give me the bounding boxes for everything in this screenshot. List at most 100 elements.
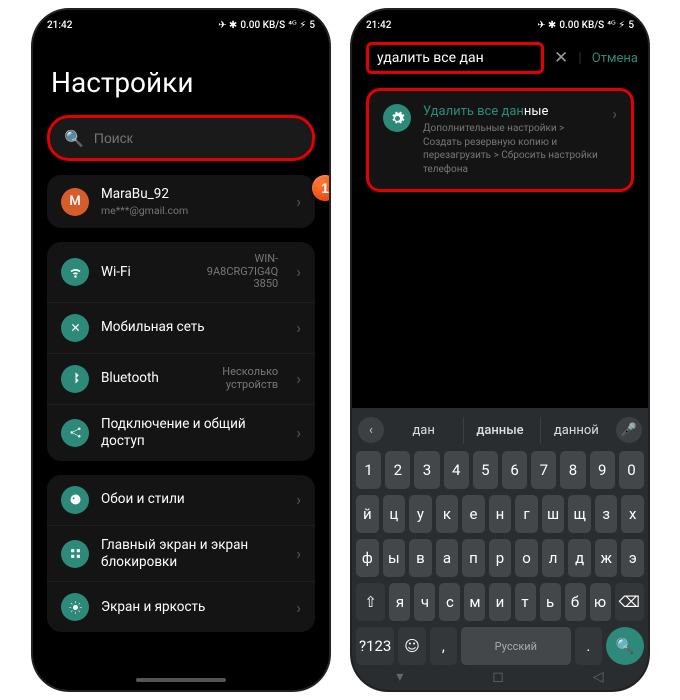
clear-icon[interactable]: ✕ <box>554 48 568 68</box>
result-path: Дополнительные настройки > Создать резер… <box>423 122 600 176</box>
key-щ[interactable]: щ <box>568 495 591 533</box>
key-к[interactable]: к <box>436 495 459 533</box>
key-г[interactable]: г <box>515 495 538 533</box>
key-о[interactable]: о <box>515 539 538 577</box>
chevron-right-icon: › <box>296 598 301 617</box>
period-key[interactable]: . <box>575 627 602 665</box>
home-icon <box>61 540 89 568</box>
key-ж[interactable]: ж <box>595 539 618 577</box>
key-4[interactable]: 4 <box>444 451 469 489</box>
row-label: Главный экран и экран блокировки <box>101 537 284 571</box>
wall-icon <box>61 486 89 514</box>
key-з[interactable]: з <box>595 495 618 533</box>
key-э[interactable]: э <box>621 539 644 577</box>
key-ь[interactable]: ь <box>540 583 561 621</box>
key-2[interactable]: 2 <box>385 451 410 489</box>
key-8[interactable]: 8 <box>560 451 585 489</box>
account-email: me***@gmail.com <box>101 204 284 217</box>
cancel-button[interactable]: Отмена <box>592 51 638 66</box>
mic-icon[interactable]: 🎤 <box>616 417 642 443</box>
search-key[interactable]: 🔍 <box>606 627 644 665</box>
avatar: M <box>61 188 89 216</box>
key-ч[interactable]: ч <box>414 583 435 621</box>
key-1[interactable]: 1 <box>356 451 381 489</box>
key-3[interactable]: 3 <box>414 451 439 489</box>
status-right: ✈︎ ✱0.00 KB/S⁴ᴳ ⚡︎5 <box>218 20 315 31</box>
chevron-right-icon: › <box>612 104 617 123</box>
key-и[interactable]: и <box>489 583 510 621</box>
key-6[interactable]: 6 <box>502 451 527 489</box>
search-icon: 🔍 <box>64 129 84 148</box>
key-л[interactable]: л <box>542 539 565 577</box>
key-в[interactable]: в <box>409 539 432 577</box>
bt-icon: " stroke="#fff" <box>61 365 89 393</box>
row-label: Обои и стили <box>101 491 284 508</box>
connectivity-group: Wi-Fi WIN-9A8CRG7IG4Q 3850 › Мобильная с… <box>47 242 315 461</box>
row-value: WIN-9A8CRG7IG4Q 3850 <box>183 253 278 291</box>
chevron-right-icon: › <box>296 262 301 281</box>
row-label: Bluetooth <box>101 370 171 387</box>
key-ц[interactable]: ц <box>383 495 406 533</box>
settings-row-wall[interactable]: Обои и стили › <box>47 475 315 525</box>
chevron-right-icon: › <box>296 544 301 563</box>
suggestion[interactable]: данные <box>463 417 535 444</box>
key-м[interactable]: м <box>464 583 485 621</box>
key-т[interactable]: т <box>515 583 536 621</box>
search-query[interactable]: удалить все дан <box>366 42 544 74</box>
key-р[interactable]: р <box>489 539 512 577</box>
key-я[interactable]: я <box>389 583 410 621</box>
key-9[interactable]: 9 <box>590 451 615 489</box>
chevron-right-icon: › <box>296 318 301 337</box>
gear-icon <box>383 104 411 132</box>
settings-row-cell[interactable]: Мобильная сеть › <box>47 302 315 353</box>
key-5[interactable]: 5 <box>473 451 498 489</box>
row-label: Подключение и общий доступ <box>101 416 284 450</box>
share-icon <box>61 419 89 447</box>
symbols-key[interactable]: ?123 <box>356 627 394 665</box>
search-input[interactable]: 🔍 <box>47 115 315 161</box>
cell-icon <box>61 314 89 342</box>
key-с[interactable]: с <box>439 583 460 621</box>
key-х[interactable]: х <box>621 495 644 533</box>
page-title: Настройки <box>33 36 329 115</box>
settings-row-share[interactable]: Подключение и общий доступ › <box>47 404 315 461</box>
key-0[interactable]: 0 <box>619 451 644 489</box>
key-е[interactable]: е <box>462 495 485 533</box>
key-а[interactable]: а <box>436 539 459 577</box>
row-label: Wi-Fi <box>101 264 171 281</box>
search-field[interactable] <box>92 129 298 147</box>
settings-row-wifi[interactable]: Wi-Fi WIN-9A8CRG7IG4Q 3850 › <box>47 242 315 302</box>
status-time: 21:42 <box>47 20 72 31</box>
key-ф[interactable]: ф <box>356 539 379 577</box>
settings-row-home[interactable]: Главный экран и экран блокировки › <box>47 525 315 582</box>
suggestion-bar: ‹ дан данные данной 🎤 <box>352 412 648 448</box>
space-key[interactable]: Русский <box>461 627 571 665</box>
chevron-right-icon: › <box>296 490 301 509</box>
settings-row-bt[interactable]: " stroke="#fff" Bluetooth Несколько устр… <box>47 353 315 404</box>
shift-key[interactable]: ⇧ <box>356 583 385 621</box>
key-н[interactable]: н <box>489 495 512 533</box>
chevron-left-icon[interactable]: ‹ <box>358 417 384 443</box>
display-group: Обои и стили › Главный экран и экран бло… <box>47 475 315 633</box>
key-б[interactable]: б <box>565 583 586 621</box>
settings-row-disp[interactable]: Экран и яркость › <box>47 581 315 632</box>
key-д[interactable]: д <box>568 539 591 577</box>
backspace-key[interactable]: ⌫ <box>615 583 644 621</box>
account-row[interactable]: M MaraBu_92 me***@gmail.com › <box>47 175 315 228</box>
key-п[interactable]: п <box>462 539 485 577</box>
key-ш[interactable]: ш <box>542 495 565 533</box>
search-result[interactable]: Удалить все данные Дополнительные настро… <box>366 88 634 192</box>
key-ю[interactable]: ю <box>590 583 611 621</box>
key-ы[interactable]: ы <box>383 539 406 577</box>
comma-key[interactable]: , <box>430 627 457 665</box>
chevron-right-icon: › <box>296 423 301 442</box>
key-7[interactable]: 7 <box>531 451 556 489</box>
key-у[interactable]: у <box>409 495 432 533</box>
suggestion[interactable]: данной <box>540 417 612 444</box>
emoji-key[interactable]: ☺ <box>398 627 425 665</box>
key-й[interactable]: й <box>356 495 379 533</box>
account-card: M MaraBu_92 me***@gmail.com › <box>47 175 315 228</box>
suggestion[interactable]: дан <box>388 417 459 444</box>
account-name: MaraBu_92 <box>101 186 284 203</box>
row-label: Мобильная сеть <box>101 319 284 336</box>
